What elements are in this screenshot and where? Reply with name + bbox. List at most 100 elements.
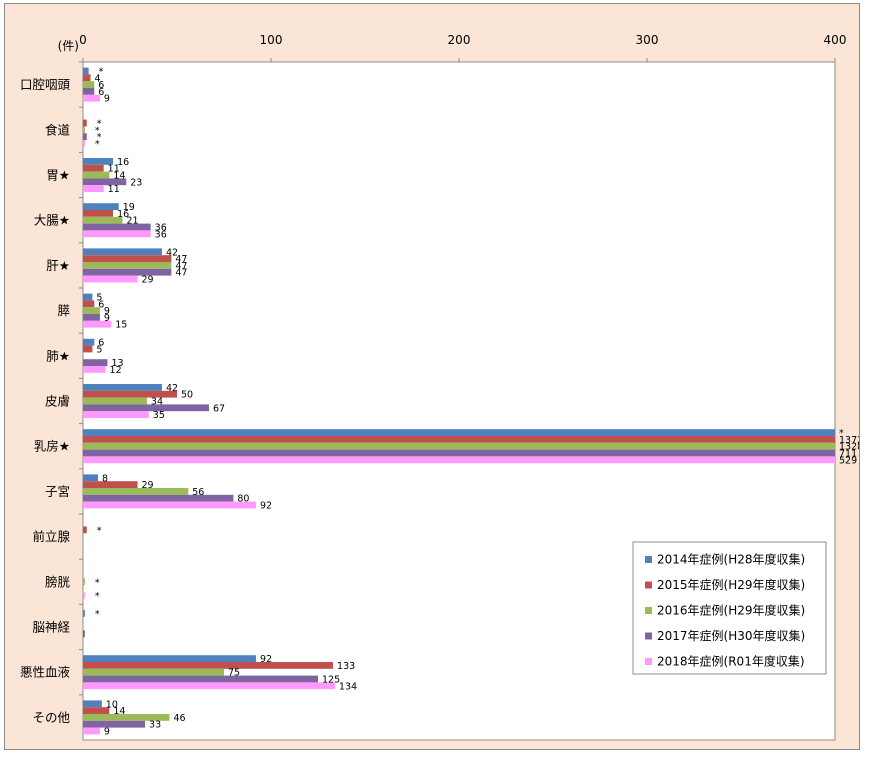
bar [83,171,110,179]
bar [83,74,91,82]
bar [83,384,162,391]
bar [83,359,108,366]
bar [83,210,114,217]
bar [83,248,162,256]
legend-label: 2018年症例(R01年度収集) [657,654,805,669]
category-label: 脳神経 [32,620,70,635]
bar [83,230,151,238]
bar [83,494,234,502]
bar [83,345,93,353]
category-label: 膀胱 [45,574,71,589]
data-label: 46 [173,713,185,724]
data-label: 9 [104,313,110,324]
category-label: 前立腺 [32,529,70,544]
category-label: 乳房★ [34,439,70,454]
data-label: 42 [166,383,178,394]
data-label: 29 [142,480,154,491]
data-label: 12 [110,365,122,376]
bar [83,404,209,412]
data-label: 134 [339,681,357,692]
data-label: 9 [104,727,110,738]
bar [83,411,149,418]
bar [83,526,87,534]
data-label: 56 [192,487,204,498]
bar [83,314,100,321]
category-axis: 口腔咽頭食道胃★ 大腸★ 肝★ 膵肺★ 皮膚乳房★ 子宮前立腺膀胱脳神経悪性血液その他 [20,61,83,725]
data-label: 35 [153,410,165,421]
bar [83,630,85,638]
data-label: 92 [260,501,272,512]
data-label: * [95,591,100,602]
bar [83,488,189,495]
data-label: 133 [337,661,355,672]
bar [83,449,835,457]
bar [83,119,87,127]
x-tick-label: 300 [636,33,659,47]
category-label: 肺★ [46,348,70,363]
legend-swatch [645,632,652,640]
data-label: 5 [96,345,102,356]
bar [83,262,172,269]
data-label: 33 [149,720,161,731]
bar [83,275,138,283]
bar [83,720,146,728]
bar [83,338,95,346]
bar [83,662,334,669]
bar [83,126,85,134]
category-label: その他 [32,710,70,725]
bar [83,501,256,509]
legend-swatch [645,556,652,563]
bar [83,655,256,662]
category-label: 皮膚 [45,394,70,409]
bar [83,700,102,708]
data-label: 36 [155,229,167,240]
category-label: 肝★ [46,258,70,273]
x-axis: 0 100 200 300 400 [79,33,846,62]
bar [83,436,835,443]
bar [83,675,318,683]
data-label: 75 [228,668,240,679]
bar [83,223,151,231]
data-label: 14 [113,171,125,182]
data-label: 80 [237,494,249,505]
bar-chart: (件) 0 100 200 300 400 口腔咽頭食道胃★ 大腸★ 肝★ 膵肺★ 皮膚乳房★ 子… [20,33,859,741]
data-label: 67 [213,403,225,414]
bar [83,185,104,192]
data-label: * [95,139,100,150]
data-label: 34 [151,397,163,408]
bar [83,255,172,262]
bar [83,140,85,147]
category-label: 膵 [57,303,70,318]
category-label: 食道 [45,122,71,137]
data-label: 11 [108,184,120,195]
x-tick-label: 200 [448,33,471,47]
legend-label: 2014年症例(H28年度収集) [657,552,805,567]
x-tick-label: 0 [79,33,87,47]
data-label: 92 [260,654,272,665]
category-label: 大腸★ [34,213,70,228]
bar [83,592,85,599]
legend-swatch [645,658,652,665]
legend-swatch [645,607,652,614]
bar [83,67,89,75]
bar [83,133,87,140]
legend-label: 2016年症例(H29年度収集) [657,603,805,618]
x-tick-label: 400 [824,33,847,47]
data-label: * [97,525,102,536]
data-label: 529 [839,455,857,466]
bar [83,481,138,488]
category-label: 子宮 [45,484,70,499]
data-label: 8 [102,473,108,484]
bar [83,442,835,450]
legend: 2014年症例(H28年度収集) 2015年症例(H29年度収集) 2016年症例(… [632,541,827,675]
data-label: 14 [113,706,125,717]
bar [83,88,95,95]
legend-label: 2017年症例(H30年度収集) [657,628,805,643]
data-label: 15 [115,320,127,331]
category-label: 胃★ [46,168,70,183]
bar [83,268,172,276]
bar [83,668,224,676]
chart-frame: (件) 0 100 200 300 400 口腔咽頭 食道 胃★ 大腸★ 肝★ 膵肺★ 皮膚 乳房★ 子… [4,3,860,750]
data-label: 47 [175,268,187,279]
legend-swatch [645,581,652,589]
